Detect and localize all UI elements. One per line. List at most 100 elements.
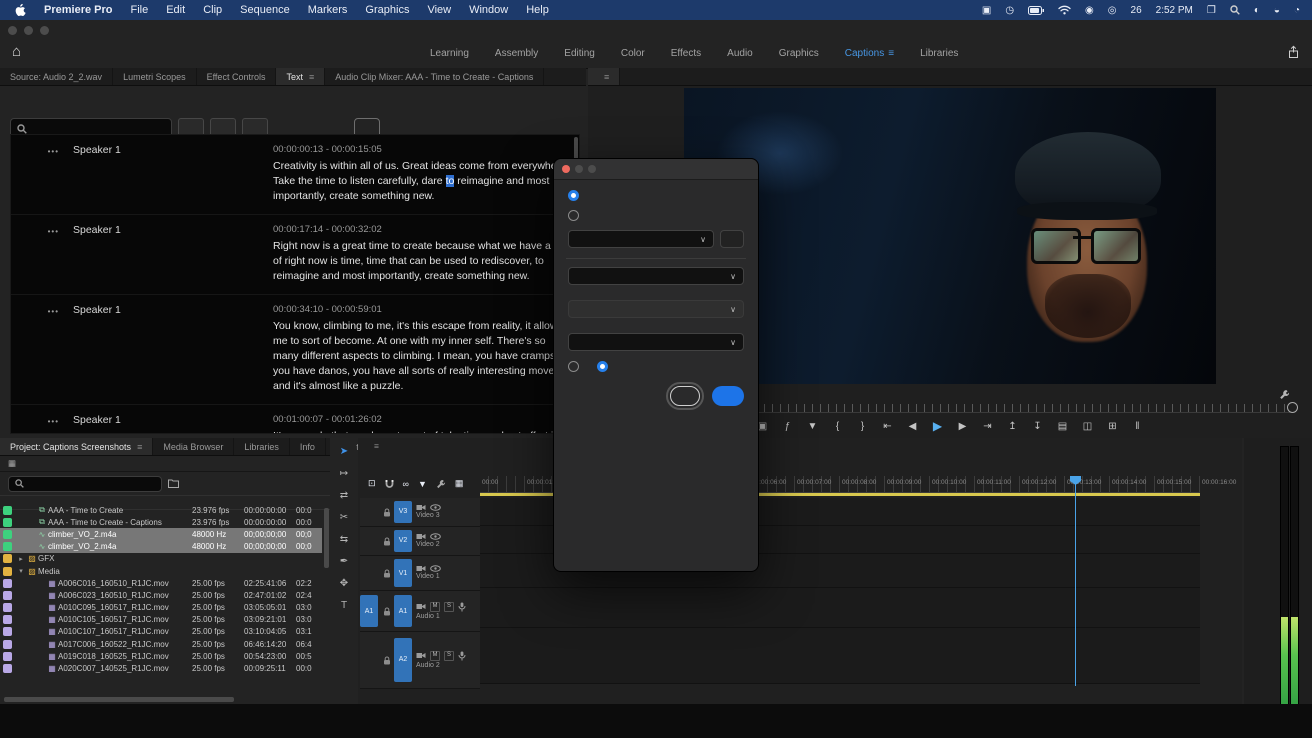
tab-media-browser[interactable]: Media Browser — [153, 438, 235, 455]
calendar[interactable]: 26 — [1131, 5, 1142, 16]
highlighted-word[interactable]: to — [445, 175, 455, 187]
track-header-v3[interactable]: V3 Video 3 — [360, 498, 480, 527]
preset-more-button[interactable] — [720, 230, 744, 248]
project-row[interactable]: ▦ A006C016_160510_R1JC.mov 25.00 fps 02:25:… — [0, 577, 322, 589]
comparison-view-button[interactable]: ◫ — [1082, 421, 1094, 432]
window-controls[interactable] — [8, 26, 49, 35]
source-patch-a1[interactable]: A1 — [360, 595, 378, 627]
quick-export-icon[interactable] — [1287, 45, 1300, 59]
project-row[interactable]: ⧉ AAA - Time to Create 23.976 fps 00:00:00:… — [0, 504, 322, 516]
extract-button[interactable]: ↧ — [1032, 421, 1044, 432]
panel-menu-icon[interactable]: ≡ — [374, 441, 379, 451]
play-button[interactable]: ▶ — [932, 419, 944, 433]
go-to-out-button[interactable]: ⇥ — [982, 421, 994, 432]
trim-button[interactable]: ‖ — [1132, 421, 1144, 432]
menu-graphics[interactable]: Graphics — [365, 4, 409, 16]
track-target-a2[interactable]: A2 — [394, 637, 412, 683]
speaker-label[interactable]: Speaker 1 — [59, 304, 273, 394]
voiceover-record-icon[interactable] — [458, 602, 466, 612]
caption-preset-select[interactable]: ∨ — [568, 230, 714, 248]
fx-toggle-button[interactable]: ƒ — [782, 421, 794, 432]
track-lock-icon[interactable] — [380, 656, 394, 665]
home-icon[interactable]: ⌂ — [12, 43, 21, 60]
tab-project-captions-screenshots[interactable]: Project: Captions Screenshots ≡ — [0, 438, 154, 455]
panel-menu-icon[interactable]: ≡ — [137, 442, 142, 452]
workspace-tab-audio[interactable]: Audio — [727, 48, 753, 59]
create-button[interactable] — [712, 386, 744, 406]
project-row[interactable]: ▦ A010C105_160517_R1JC.mov 25.00 fps 03:09:… — [0, 614, 322, 626]
disclosure-icon[interactable]: ▾ — [16, 567, 26, 575]
focus[interactable]: ◎ — [1108, 5, 1117, 16]
menu-sequence[interactable]: Sequence — [240, 4, 290, 16]
settings-wrench-icon[interactable] — [1279, 389, 1290, 400]
slip-tool[interactable]: ⇆ — [340, 534, 348, 547]
text-segment[interactable]: Right now is a great time to create beca… — [273, 240, 565, 282]
go-to-in-button[interactable]: ⇤ — [882, 421, 894, 432]
voiceover-record-icon[interactable] — [458, 651, 466, 661]
radio-lines-double[interactable] — [597, 361, 616, 372]
transcript-text[interactable]: You know, climbing to me, it's this esca… — [273, 319, 569, 394]
tab-effect-controls[interactable]: Effect Controls — [197, 68, 277, 85]
project-row[interactable]: ▦ A020C007_140525_R1JC.mov 25.00 fps 00:09:… — [0, 662, 322, 674]
project-row[interactable]: ⧉ AAA - Time to Create - Captions 23.976 f… — [0, 516, 322, 528]
sync-lock-icon[interactable] — [416, 533, 426, 540]
export-frame-button[interactable]: ▤ — [1057, 421, 1069, 432]
marker-button[interactable]: ▼ — [807, 421, 819, 432]
style-select[interactable]: ∨ — [568, 333, 744, 351]
transcript-row[interactable]: ••• Speaker 1 00:00:34:10 - 00:00:59:01 You… — [11, 295, 579, 405]
add-marker-icon[interactable]: ▼ — [418, 479, 427, 489]
snap-icon-icon[interactable] — [385, 479, 394, 489]
track-header-a1[interactable]: A1 A1 M S Audio 1 — [360, 591, 480, 632]
record[interactable]: ◉ — [1085, 5, 1094, 16]
cancel-button[interactable] — [666, 382, 704, 410]
project-row[interactable]: ▦ A017C006_160522_R1JC.mov 25.00 fps 06:46:… — [0, 638, 322, 650]
close-window-icon[interactable] — [8, 26, 17, 35]
linked-selection-icon[interactable]: ∞ — [403, 479, 409, 489]
radio-icon[interactable] — [568, 210, 579, 221]
workspace-tab-captions[interactable]: Captions ≡ — [845, 48, 894, 59]
menu-file[interactable]: File — [130, 4, 148, 16]
speaker-label[interactable]: Speaker 1 — [59, 224, 273, 284]
track-lock-icon[interactable] — [380, 607, 394, 616]
tab-text[interactable]: Text ≡ — [276, 68, 326, 85]
solo-button[interactable]: S — [444, 601, 454, 612]
track-header-v2[interactable]: V2 Video 2 — [360, 527, 480, 556]
wifi-icon[interactable] — [1058, 5, 1071, 15]
mark-in-button[interactable]: { — [832, 421, 844, 432]
program-scrubber-handle[interactable] — [1287, 402, 1298, 413]
track-target-v1[interactable]: V1 — [394, 559, 412, 587]
menu-edit[interactable]: Edit — [166, 4, 185, 16]
track-target-a1[interactable]: A1 — [394, 595, 412, 627]
nest-toggle-icon[interactable]: ⊡ — [368, 478, 376, 489]
minimize-window-icon[interactable] — [24, 26, 33, 35]
track-output-eye-icon[interactable] — [430, 533, 441, 540]
tab-audio-clip-mixer-aaa-time-to-create-captions[interactable]: Audio Clip Mixer: AAA - Time to Create -… — [325, 68, 545, 85]
transcript-row[interactable]: ••• Speaker 1 00:00:00:13 - 00:00:15:05 Cre… — [11, 135, 579, 215]
sync-lock-icon[interactable] — [416, 504, 426, 511]
project-row[interactable]: ∿ climber_VO_2.m4a 48000 Hz 00;00;00;00 00;0 — [0, 540, 322, 553]
razor-tool[interactable]: ✂ — [340, 512, 348, 525]
menu-premiere-pro[interactable]: Premiere Pro — [44, 4, 112, 16]
captions-icon[interactable]: ▦ — [455, 478, 464, 489]
tab-source-audio-2-2-wav[interactable]: Source: Audio 2_2.wav — [0, 68, 114, 85]
safe-margins-button[interactable]: ⊞ — [1107, 421, 1119, 432]
track-output-eye-icon[interactable] — [430, 504, 441, 511]
item-name[interactable]: Media — [38, 567, 192, 576]
solo-button[interactable]: S — [444, 650, 454, 661]
item-name[interactable]: A020C007_140525_R1JC.mov — [58, 664, 192, 673]
item-name[interactable]: climber_VO_2.m4a — [48, 542, 192, 551]
row-options-icon[interactable]: ••• — [11, 144, 59, 204]
track-header-a2[interactable]: A2 M S Audio 2 — [360, 632, 480, 689]
time[interactable]: 2:52 PM — [1156, 5, 1193, 16]
item-name[interactable]: A010C107_160517_R1JC.mov — [58, 627, 192, 636]
tab-lumetri-scopes[interactable]: Lumetri Scopes — [113, 68, 197, 85]
dialog-minimize-icon[interactable] — [575, 165, 583, 173]
step-back-button[interactable]: ◀ — [907, 421, 919, 432]
sync-lock-icon[interactable] — [416, 565, 426, 572]
menu-window[interactable]: Window — [469, 4, 508, 16]
project-search-input[interactable] — [8, 475, 162, 492]
radio-lines-single[interactable] — [568, 361, 587, 372]
apple-menu-icon[interactable] — [14, 3, 26, 17]
project-row[interactable]: ▦ A006C023_160510_R1JC.mov 25.00 fps 02:47:… — [0, 589, 322, 601]
item-name[interactable]: A010C105_160517_R1JC.mov — [58, 615, 192, 624]
